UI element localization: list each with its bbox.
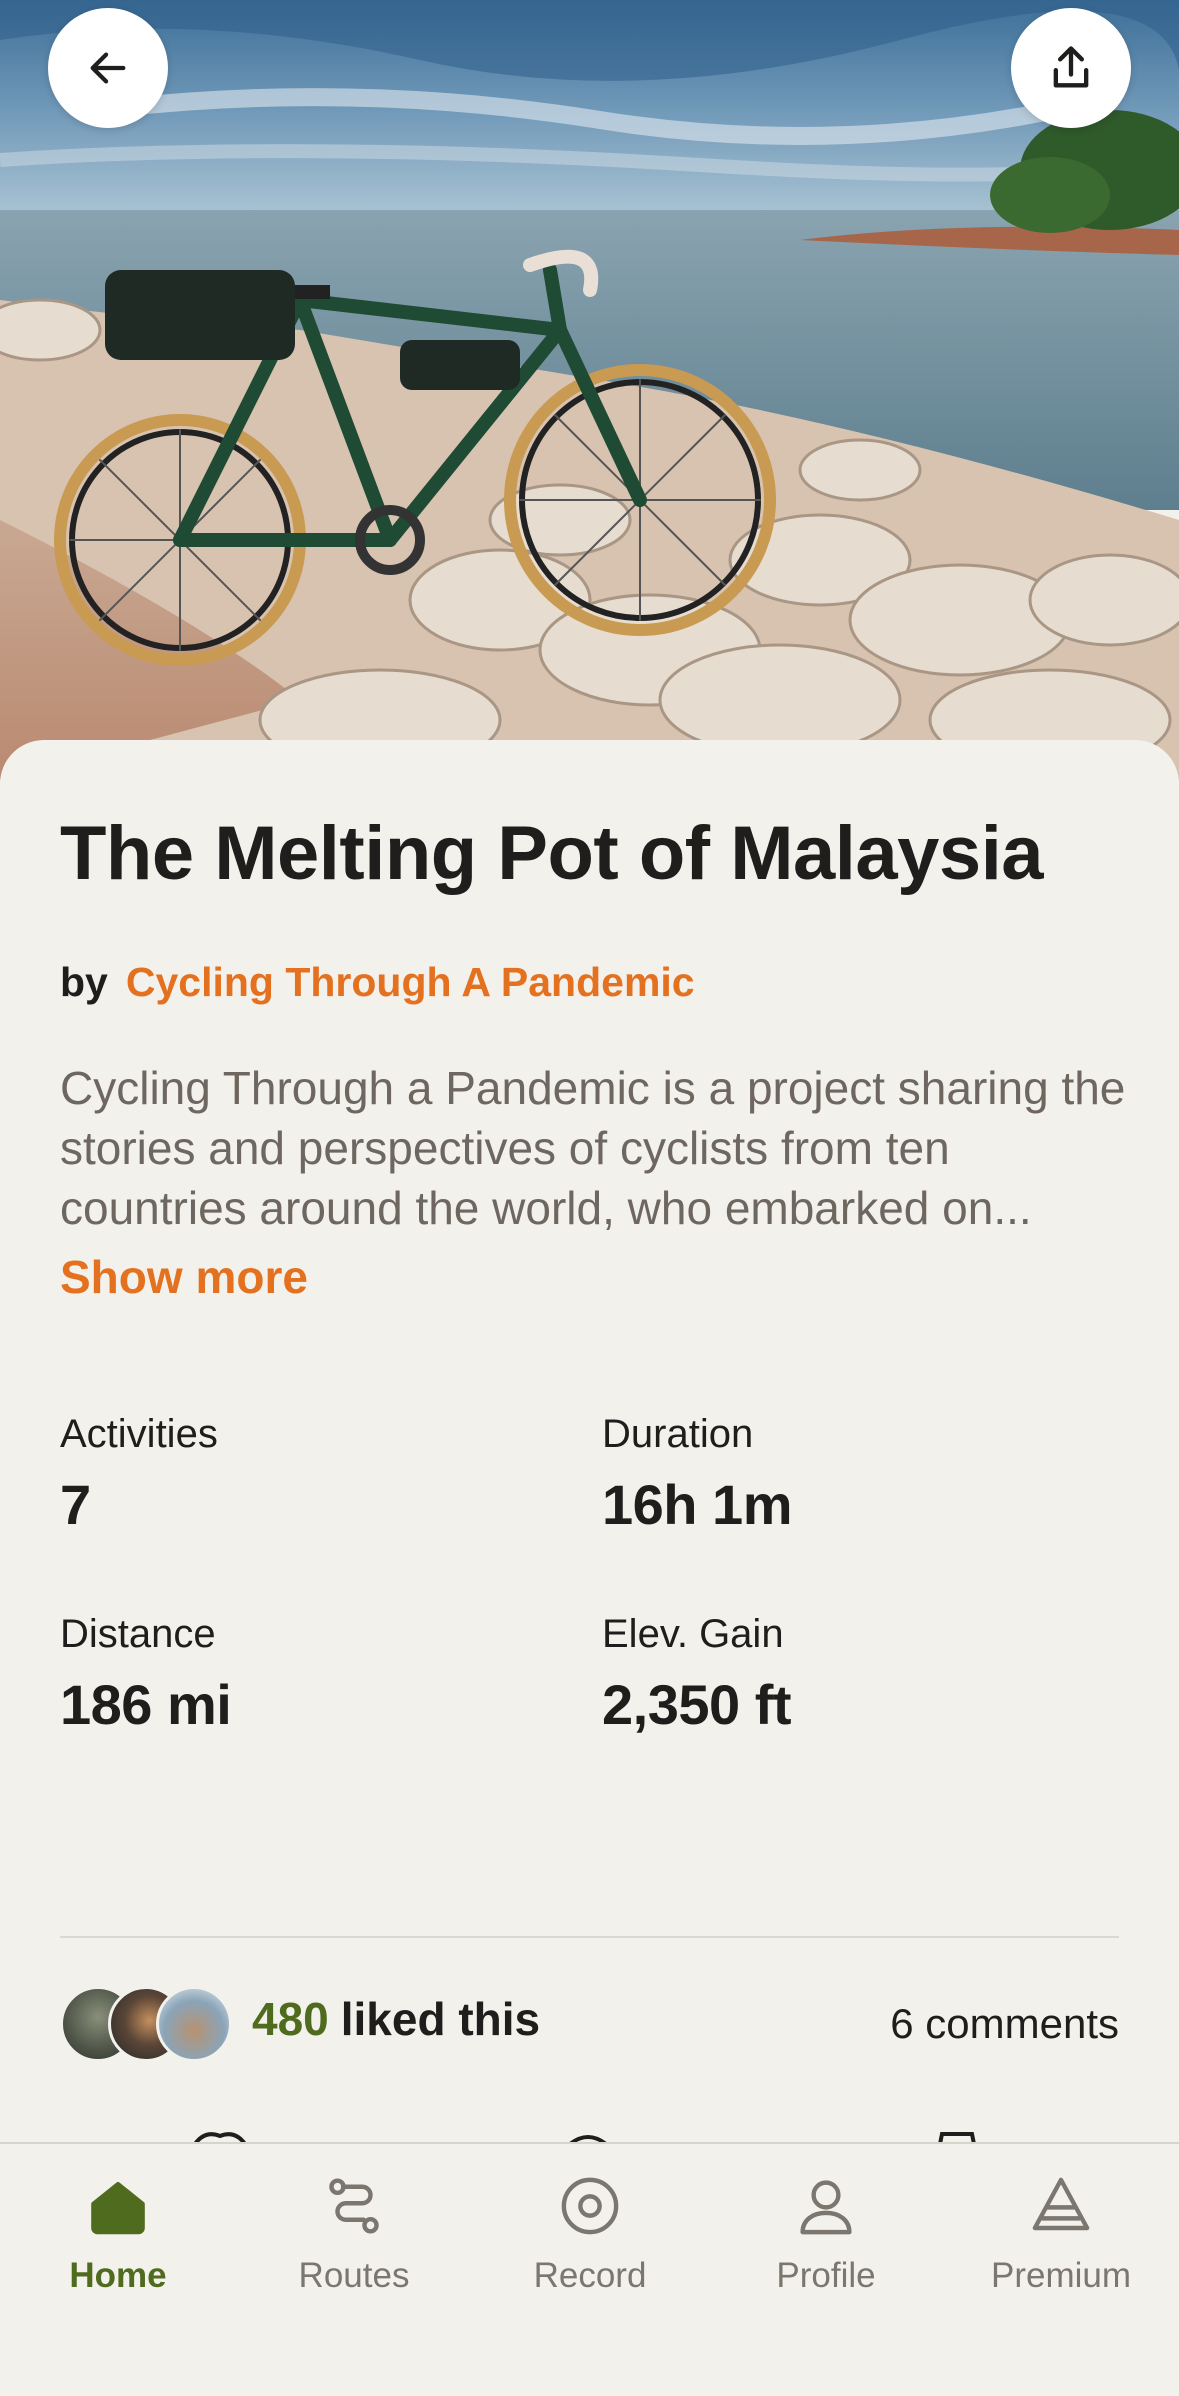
collection-details-sheet: The Melting Pot of Malaysia by Cycling Th… — [0, 740, 1179, 2140]
collection-title: The Melting Pot of Malaysia — [60, 811, 1044, 896]
stat-label: Elev. Gain — [602, 1612, 784, 1656]
stat-label: Duration — [602, 1412, 754, 1456]
bottom-navigation: Home Routes Record Profile Premium — [0, 2142, 1179, 2396]
stat-label: Activities — [60, 1412, 218, 1456]
nav-label: Home — [69, 2256, 167, 2295]
nav-routes[interactable]: Routes — [236, 2166, 472, 2306]
author-link[interactable]: Cycling Through A Pandemic — [126, 959, 695, 1005]
record-icon — [561, 2177, 619, 2235]
stat-label: Distance — [60, 1612, 216, 1656]
stat-duration: Duration 16h 1m — [602, 1410, 1102, 1537]
nav-profile[interactable]: Profile — [708, 2166, 944, 2306]
hero-photo — [0, 0, 1179, 780]
home-icon — [91, 2181, 145, 2235]
bicycle-shoreline-image — [0, 0, 1179, 780]
by-label: by — [60, 959, 108, 1005]
collection-description: Cycling Through a Pandemic is a project … — [60, 1062, 1126, 1234]
stat-value: 7 — [60, 1473, 91, 1536]
likes-label: liked this — [340, 1993, 541, 2045]
likes-summary[interactable]: 480 liked this — [252, 1992, 540, 2046]
stat-distance: Distance 186 mi — [60, 1610, 560, 1737]
comments-link[interactable]: 6 comments — [890, 2000, 1119, 2048]
byline: by Cycling Through A Pandemic — [60, 958, 695, 1007]
routes-icon — [329, 2178, 379, 2234]
back-button[interactable] — [48, 8, 168, 128]
profile-icon — [800, 2180, 852, 2235]
stat-elevation-gain: Elev. Gain 2,350 ft — [602, 1610, 1102, 1737]
nav-label: Routes — [298, 2256, 410, 2295]
show-more-link[interactable]: Show more — [60, 1250, 308, 1304]
arrow-left-icon — [90, 52, 126, 84]
nav-label: Record — [533, 2256, 647, 2295]
social-summary-row: 480 liked this 6 comments — [60, 1986, 1119, 2066]
nav-home[interactable]: Home — [0, 2166, 236, 2306]
nav-label: Profile — [776, 2256, 876, 2295]
share-upload-icon — [1053, 46, 1089, 88]
liker-avatars[interactable] — [60, 1986, 232, 2062]
stat-value: 16h 1m — [602, 1473, 793, 1536]
likes-count: 480 — [252, 1993, 329, 2045]
nav-record[interactable]: Record — [472, 2166, 708, 2306]
share-button[interactable] — [1011, 8, 1131, 128]
nav-premium[interactable]: Premium — [943, 2166, 1179, 2306]
avatar — [156, 1986, 232, 2062]
premium-icon — [1032, 2177, 1090, 2231]
stat-activities: Activities 7 — [60, 1410, 560, 1537]
stat-value: 2,350 ft — [602, 1673, 792, 1736]
section-divider — [60, 1936, 1119, 1938]
stat-value: 186 mi — [60, 1673, 232, 1736]
nav-label: Premium — [990, 2256, 1132, 2295]
